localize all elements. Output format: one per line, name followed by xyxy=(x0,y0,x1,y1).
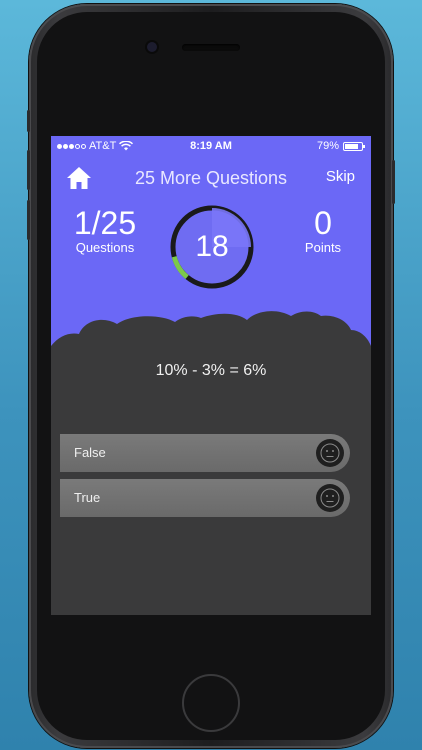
answer-label: True xyxy=(74,490,101,505)
question-counter: 1/25 Questions xyxy=(69,206,141,256)
points-counter: 0 Points xyxy=(291,206,355,256)
battery-percent: 79% xyxy=(316,140,339,152)
answer-false-button[interactable]: False xyxy=(60,434,350,472)
earpiece-speaker xyxy=(182,44,240,51)
timer-seconds: 18 xyxy=(195,230,229,263)
points-label: Points xyxy=(304,240,342,255)
mute-switch xyxy=(27,110,30,132)
neutral-face-icon xyxy=(316,484,344,512)
skip-button[interactable]: Skip xyxy=(326,168,355,185)
answer-true-button[interactable]: True xyxy=(60,479,350,517)
question-text: 10% - 3% = 6% xyxy=(155,362,267,379)
app-screen: AT&T 8:19 AM 79% 25 More Questions Skip … xyxy=(51,136,371,615)
nav-bar: 25 More Questions Skip xyxy=(51,162,371,196)
page-title: 25 More Questions xyxy=(134,168,288,188)
front-camera xyxy=(147,42,157,52)
countdown-timer: 18 xyxy=(169,204,255,290)
question-count: 1/25 xyxy=(73,205,137,241)
home-button[interactable] xyxy=(182,674,240,732)
question-count-label: Questions xyxy=(75,240,135,255)
home-icon[interactable] xyxy=(65,164,93,192)
cloud-divider xyxy=(51,311,371,366)
status-bar: AT&T 8:19 AM 79% xyxy=(51,136,371,156)
points-value: 0 xyxy=(314,205,332,241)
battery-fill xyxy=(345,143,358,149)
answer-label: False xyxy=(74,445,106,460)
neutral-face-icon xyxy=(316,439,344,467)
battery-icon xyxy=(343,141,365,151)
power-button xyxy=(392,160,395,204)
volume-down-button xyxy=(27,200,30,240)
status-right: 79% xyxy=(316,136,365,156)
volume-up-button xyxy=(27,150,30,190)
battery-tip xyxy=(363,144,365,148)
